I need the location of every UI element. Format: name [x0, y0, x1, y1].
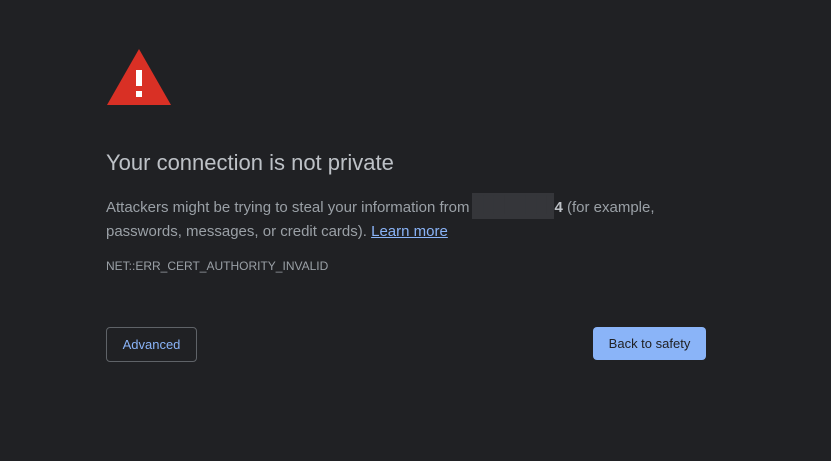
main-message: Attackers might be trying to steal your … — [106, 193, 706, 244]
redacted-hostname: ████████ — [472, 193, 555, 219]
learn-more-link[interactable]: Learn more — [371, 223, 448, 240]
hostname-suffix: 4 — [554, 199, 563, 216]
message-prefix: Attackers might be trying to steal your … — [106, 199, 470, 216]
back-to-safety-button[interactable]: Back to safety — [593, 327, 706, 360]
page-title: Your connection is not private — [106, 150, 394, 175]
warning-triangle-icon — [107, 49, 171, 105]
error-code: NET::ERR_CERT_AUTHORITY_INVALID — [106, 259, 329, 273]
advanced-button[interactable]: Advanced — [106, 327, 197, 362]
